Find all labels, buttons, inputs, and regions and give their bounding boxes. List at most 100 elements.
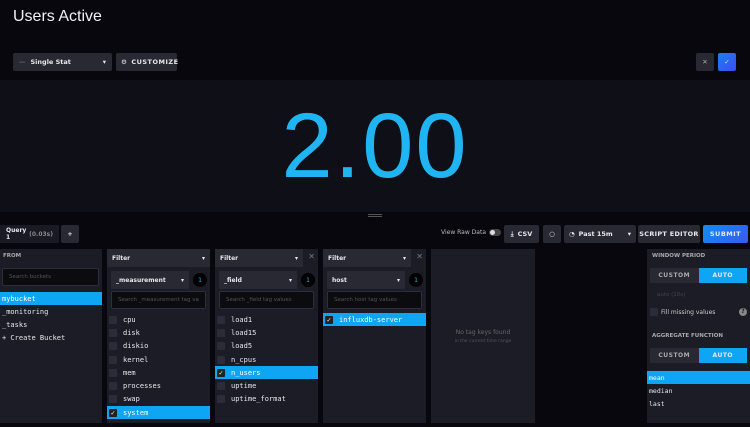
checkbox[interactable]	[217, 315, 225, 324]
tag-value-label: processes	[123, 382, 161, 391]
auto-button[interactable]: AUTO	[698, 268, 747, 283]
checkbox[interactable]	[217, 355, 225, 364]
resize-handle[interactable]	[368, 214, 382, 217]
custom-button[interactable]: CUSTOM	[650, 348, 699, 363]
bucket-item[interactable]: mybucket	[0, 292, 102, 305]
time-range-dropdown[interactable]: ◔ Past 15m ▾	[564, 225, 636, 243]
filter-function-dropdown[interactable]: Filter ▾	[215, 249, 303, 267]
tag-value-item[interactable]: ✓ system	[107, 406, 210, 420]
toggle-switch[interactable]	[489, 229, 501, 236]
filter-function-dropdown[interactable]: Filter ▾	[107, 249, 210, 267]
checkbox[interactable]	[650, 308, 658, 316]
checkbox[interactable]	[109, 395, 117, 404]
checkbox[interactable]	[217, 328, 225, 337]
function-item[interactable]: mean	[647, 371, 750, 384]
tag-value-item[interactable]: load5	[215, 340, 318, 353]
tag-value-item[interactable]: ✓ n_users	[215, 366, 318, 380]
check-icon: ✓	[724, 58, 730, 66]
tag-value-item[interactable]: load15	[215, 326, 318, 339]
auto-button[interactable]: AUTO	[698, 348, 747, 363]
bucket-search-input[interactable]: Search buckets	[2, 268, 99, 286]
tag-key-dropdown[interactable]: _measurement ▾	[111, 271, 189, 289]
submit-button[interactable]: SUBMIT	[703, 225, 748, 243]
tag-value-label: load1	[231, 315, 253, 324]
tag-value-item[interactable]: cpu	[107, 313, 210, 326]
tag-value-item[interactable]: diskio	[107, 340, 210, 353]
caret-down-icon: ▾	[288, 276, 292, 284]
tag-value-item[interactable]: processes	[107, 379, 210, 392]
filter-header-label: Filter	[328, 254, 347, 262]
window-period-input[interactable]: auto (10s)	[657, 292, 685, 298]
from-label: FROM	[3, 253, 22, 259]
tag-value-label: swap	[123, 395, 140, 404]
script-editor-button[interactable]: SCRIPT EDITOR	[638, 225, 700, 243]
tag-value-item[interactable]: uptime_format	[215, 393, 318, 406]
view-raw-toggle[interactable]: View Raw Data	[441, 229, 501, 236]
tag-value-item[interactable]: kernel	[107, 353, 210, 366]
tag-value-item[interactable]: n_cpus	[215, 353, 318, 366]
refresh-icon: ○	[549, 230, 555, 238]
tag-value-label: uptime_format	[231, 395, 286, 404]
tag-value-item[interactable]: ✓ influxdb-server	[323, 313, 426, 327]
checkbox[interactable]	[217, 382, 225, 391]
aggregate-toggle: CUSTOM AUTO	[650, 348, 747, 363]
viz-type-label: Single Stat	[30, 58, 71, 66]
tag-key-dropdown[interactable]: _field ▾	[219, 271, 297, 289]
checkbox[interactable]	[217, 342, 225, 351]
checkbox[interactable]	[217, 395, 225, 404]
single-stat-display: 2.00	[0, 80, 750, 212]
remove-filter-icon[interactable]: ✕	[416, 252, 423, 261]
close-icon: ✕	[702, 58, 708, 66]
selected-count-badge: 1	[301, 273, 315, 287]
tag-value-item[interactable]: swap	[107, 393, 210, 406]
customize-button[interactable]: ⚙ CUSTOMIZE	[116, 53, 178, 71]
checkbox[interactable]	[109, 315, 117, 324]
checkbox[interactable]	[109, 382, 117, 391]
function-item[interactable]: last	[647, 397, 750, 410]
custom-button[interactable]: CUSTOM	[650, 268, 699, 283]
bucket-item[interactable]: _tasks	[0, 318, 102, 331]
help-icon[interactable]: ?	[739, 308, 747, 316]
fill-missing-checkbox[interactable]: Fill missing values	[650, 308, 715, 316]
csv-button[interactable]: ⤓ CSV	[504, 225, 539, 243]
tag-value-item[interactable]: mem	[107, 366, 210, 379]
tag-search-input[interactable]: Search host tag values	[327, 291, 422, 309]
refresh-button[interactable]: ○	[543, 225, 561, 243]
bucket-item[interactable]: _monitoring	[0, 305, 102, 318]
remove-filter-icon[interactable]: ✕	[308, 252, 315, 261]
from-panel: FROM Search buckets mybucket _monitoring…	[0, 249, 102, 423]
checkbox[interactable]	[109, 328, 117, 337]
caret-down-icon: ▾	[396, 276, 400, 284]
page-title: Users Active	[13, 8, 102, 25]
create-bucket-item[interactable]: + Create Bucket	[0, 331, 102, 344]
checkbox[interactable]	[109, 342, 117, 351]
caret-down-icon: ▾	[201, 254, 205, 262]
window-period-label: WINDOW PERIOD	[652, 253, 706, 259]
query-tab[interactable]: Query 1 (0.03s)	[0, 225, 59, 243]
tag-key-dropdown[interactable]: host ▾	[327, 271, 405, 289]
tag-search-input[interactable]: Search _field tag values	[219, 291, 314, 309]
tag-value-label: load5	[231, 342, 253, 351]
tag-value-item[interactable]: disk	[107, 326, 210, 339]
function-item[interactable]: median	[647, 384, 750, 397]
tag-search-input[interactable]: Search _measurement tag va	[111, 291, 206, 309]
tag-value-item[interactable]: uptime	[215, 379, 318, 392]
tag-value-label: cpu	[123, 315, 136, 324]
checkbox[interactable]: ✓	[109, 408, 117, 417]
cancel-button[interactable]: ✕	[696, 53, 714, 71]
checkbox[interactable]	[109, 355, 117, 364]
tag-key-label: _field	[224, 276, 242, 284]
tag-value-label: influxdb-server	[339, 315, 403, 324]
checkbox[interactable]: ✓	[217, 368, 225, 377]
aggregate-function-label: AGGREGATE FUNCTION	[652, 333, 723, 339]
view-raw-label: View Raw Data	[441, 229, 486, 236]
tag-value-item[interactable]: load1	[215, 313, 318, 326]
filter-function-dropdown[interactable]: Filter ▾	[323, 249, 411, 267]
checkbox[interactable]	[109, 368, 117, 377]
add-query-button[interactable]: +	[61, 225, 79, 243]
aggregate-panel: WINDOW PERIOD CUSTOM AUTO auto (10s) Fill…	[647, 249, 750, 423]
checkbox[interactable]: ✓	[325, 315, 333, 324]
confirm-button[interactable]: ✓	[718, 53, 736, 71]
filter-panel: Filter ▾ ✕ host ▾ 1 Search host tag values ✓ inf…	[323, 249, 426, 423]
viz-type-dropdown[interactable]: — Single Stat ▾	[13, 53, 112, 71]
